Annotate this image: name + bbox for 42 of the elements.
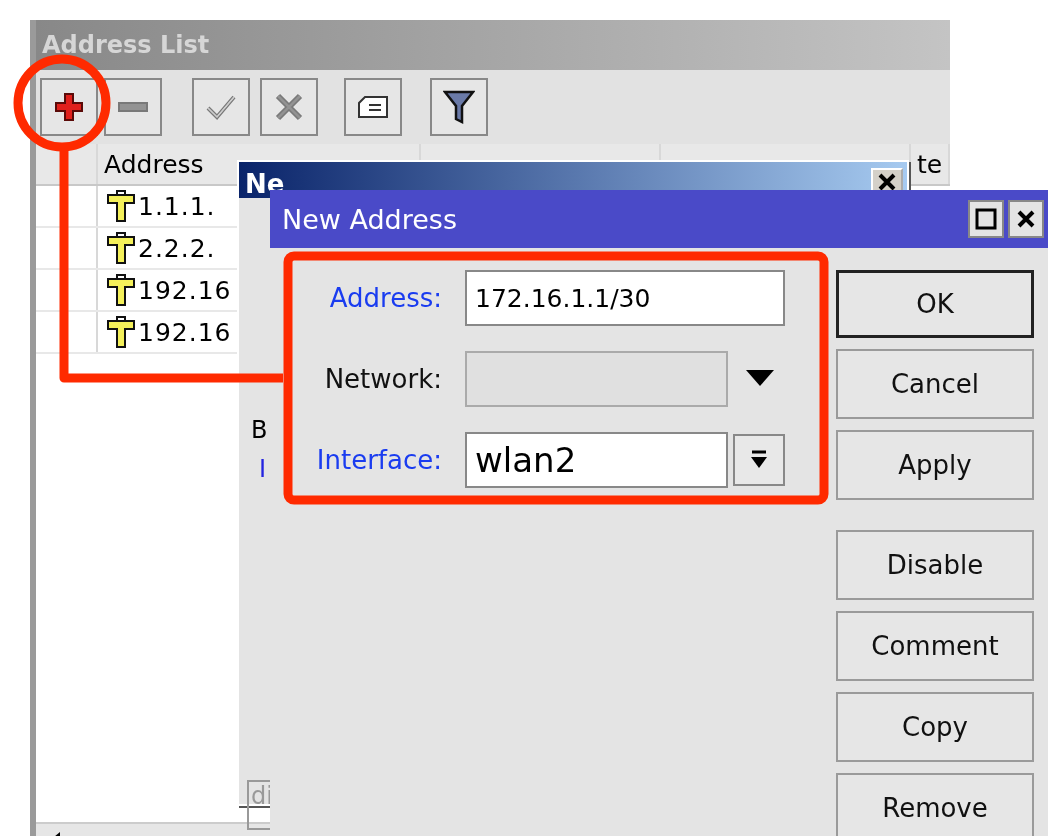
table-cell: 2.2.2. [138, 233, 216, 263]
address-icon [106, 231, 136, 265]
address-icon [106, 273, 136, 307]
filter-icon [443, 90, 475, 124]
field-label: Interface: [315, 445, 442, 475]
dialog-button[interactable]: Disable [836, 530, 1034, 600]
field-label: B [251, 416, 268, 444]
dropdown-icon [746, 369, 774, 386]
close-icon [1016, 209, 1036, 229]
filter-button[interactable] [430, 78, 488, 136]
maximize-button[interactable] [968, 200, 1004, 238]
table-cell: 192.16 [138, 317, 232, 347]
dialog-title: New Address [282, 203, 457, 235]
dialog-button[interactable]: OK [836, 270, 1034, 338]
close-icon [877, 172, 897, 192]
dialog-button[interactable]: Apply [836, 430, 1034, 500]
table-cell: 192.16 [138, 275, 232, 305]
maximize-icon [975, 208, 997, 230]
field-label: I [259, 455, 267, 483]
dialog-button[interactable]: Copy [836, 692, 1034, 762]
plus-icon [54, 92, 84, 122]
field-label: Address: [328, 283, 442, 313]
comment-button[interactable] [344, 78, 402, 136]
address-icon [106, 189, 136, 223]
dialog-button[interactable]: Remove [836, 773, 1034, 836]
address-icon [106, 315, 136, 349]
interface-select[interactable]: wlan2 [465, 432, 728, 488]
close-button[interactable] [1008, 200, 1044, 238]
cross-icon [275, 93, 303, 121]
network-input[interactable] [465, 351, 728, 407]
dialog-button[interactable]: Comment [836, 611, 1034, 681]
check-icon [206, 94, 236, 120]
window-title: Address List [42, 31, 210, 59]
add-button[interactable] [40, 78, 98, 136]
table-cell: 1.1.1. [138, 191, 216, 221]
dialog-button[interactable]: Cancel [836, 349, 1034, 419]
field-label: Network: [323, 364, 442, 394]
minus-icon [118, 102, 148, 112]
dropdown-button[interactable] [733, 434, 785, 486]
address-input[interactable]: 172.16.1.1/30 [465, 270, 785, 326]
dropdown-icon [750, 450, 768, 470]
note-icon [357, 95, 389, 119]
